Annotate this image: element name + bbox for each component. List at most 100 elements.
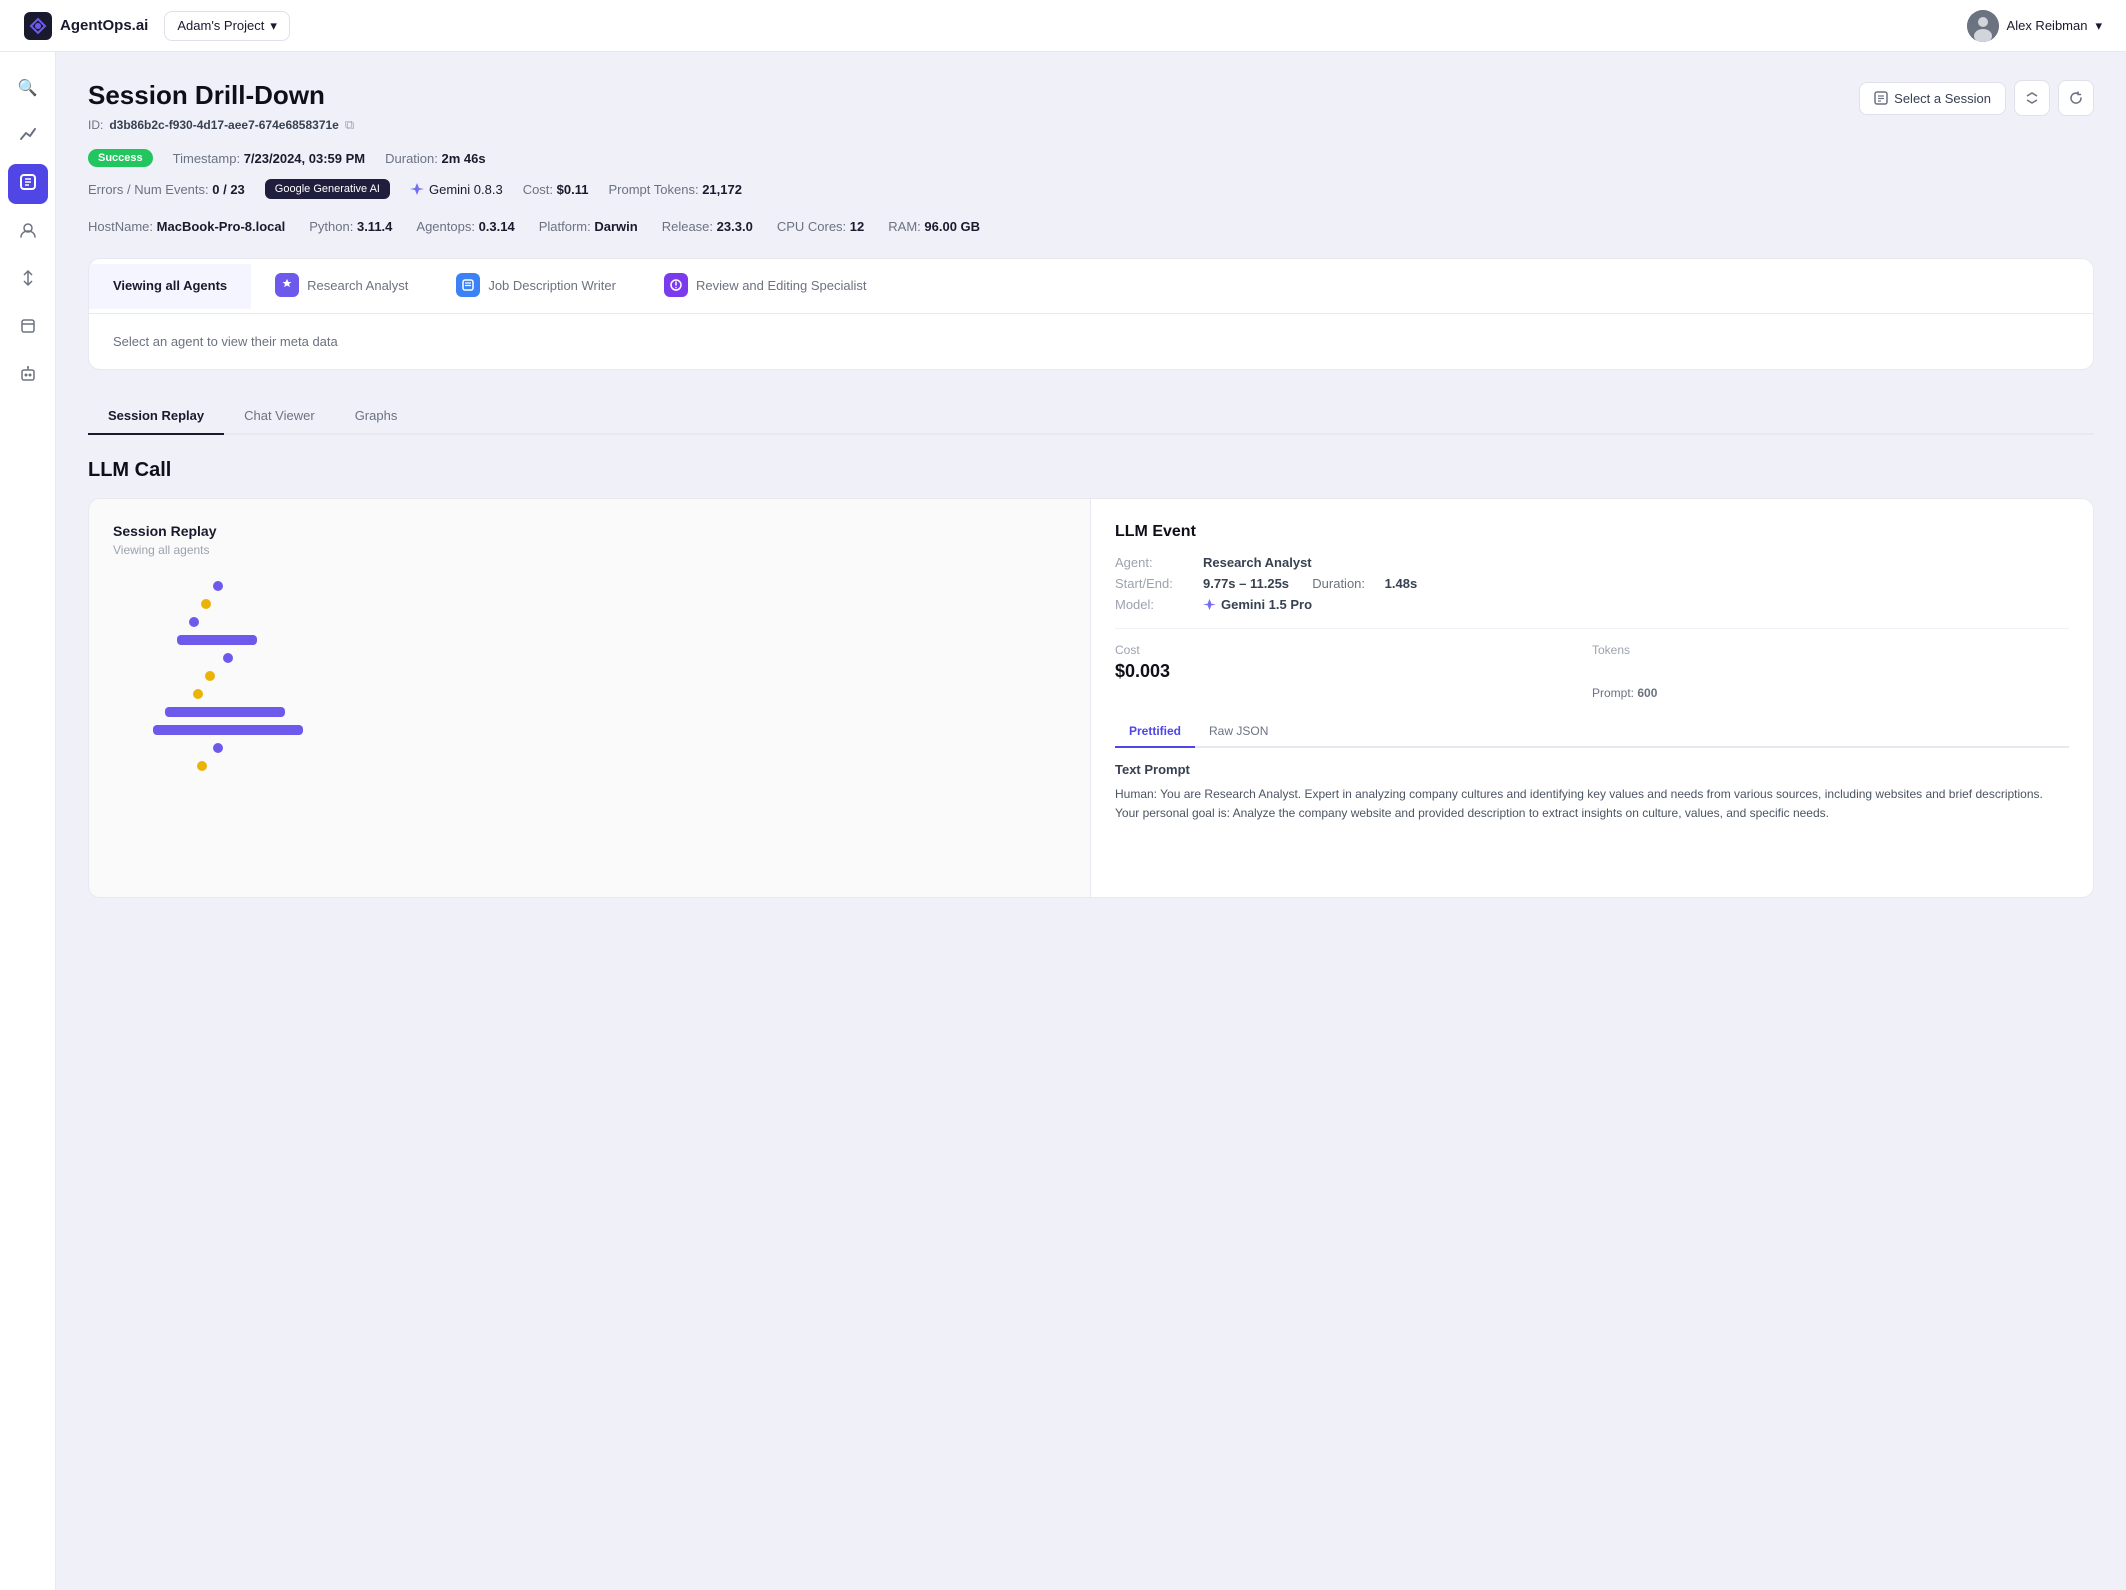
text-prompt-label: Text Prompt bbox=[1115, 762, 2069, 777]
session-id-row: ID: d3b86b2c-f930-4d17-aee7-674e6858371e… bbox=[88, 117, 354, 133]
topnav: AgentOps.ai Adam's Project ▾ Alex Reibma… bbox=[0, 0, 2126, 52]
agent-label: Agent: bbox=[1115, 555, 1195, 570]
timeline-item bbox=[201, 599, 1066, 609]
tab-graphs[interactable]: Graphs bbox=[335, 398, 418, 435]
main-content: Session Drill-Down ID: d3b86b2c-f930-4d1… bbox=[56, 52, 2126, 1590]
meta-row-3: HostName: MacBook-Pro-8.local Python: 3.… bbox=[88, 219, 2094, 234]
provider-tag: Google Generative AI bbox=[265, 179, 390, 199]
gemini-event-icon bbox=[1203, 598, 1216, 611]
llm-call-title: LLM Call bbox=[88, 459, 2094, 482]
release-item: Release: 23.3.0 bbox=[662, 219, 753, 234]
timeline-dot bbox=[201, 599, 211, 609]
chevron-down-icon: ▾ bbox=[270, 18, 277, 34]
session-id-label: ID: bbox=[88, 118, 103, 132]
collapse-button[interactable] bbox=[2014, 80, 2050, 116]
timeline-dot bbox=[193, 689, 203, 699]
project-selector[interactable]: Adam's Project ▾ bbox=[164, 11, 290, 41]
timeline-item bbox=[193, 689, 1066, 699]
tokens-prompt-detail: Prompt: 600 bbox=[1592, 686, 2069, 700]
timeline-dot bbox=[223, 653, 233, 663]
cpu-item: CPU Cores: 12 bbox=[777, 219, 864, 234]
tab-job-description-writer[interactable]: Job Description Writer bbox=[432, 259, 640, 313]
hostname-item: HostName: MacBook-Pro-8.local bbox=[88, 219, 285, 234]
chart-icon bbox=[19, 125, 37, 148]
tokens-col-label: Tokens bbox=[1592, 643, 2069, 657]
event-agent-row: Agent: Research Analyst bbox=[1115, 555, 2069, 570]
select-session-label: Select a Session bbox=[1894, 91, 1991, 106]
project-name: Adam's Project bbox=[177, 18, 264, 33]
meta-row-1: Success Timestamp: 7/23/2024, 03:59 PM D… bbox=[88, 149, 2094, 167]
logo-icon bbox=[24, 12, 52, 40]
research-analyst-icon bbox=[275, 273, 299, 297]
tab-review-editing[interactable]: Review and Editing Specialist bbox=[640, 259, 891, 313]
status-badge: Success bbox=[88, 149, 153, 167]
package-icon bbox=[19, 317, 37, 340]
refresh-button[interactable] bbox=[2058, 80, 2094, 116]
timeline-item bbox=[223, 653, 1066, 663]
research-icon-svg bbox=[280, 278, 294, 292]
layout: 🔍 bbox=[0, 52, 2126, 1590]
job-description-writer-label: Job Description Writer bbox=[488, 278, 616, 293]
timeline-dot bbox=[213, 743, 223, 753]
timeline bbox=[113, 581, 1066, 771]
replay-panel-title: Session Replay bbox=[113, 523, 1066, 539]
meta-row-2: Errors / Num Events: 0 / 23 Google Gener… bbox=[88, 179, 2094, 199]
timeline-dot bbox=[189, 617, 199, 627]
job-desc-icon bbox=[456, 273, 480, 297]
replay-panel: Session Replay Viewing all agents bbox=[89, 499, 1091, 897]
python-item: Python: 3.11.4 bbox=[309, 219, 392, 234]
sidebar-item-search[interactable]: 🔍 bbox=[8, 68, 48, 108]
event-title: LLM Event bbox=[1115, 523, 2069, 541]
user-menu[interactable]: Alex Reibman ▾ bbox=[1967, 10, 2102, 42]
replay-panel-subtitle: Viewing all agents bbox=[113, 543, 1066, 557]
timeline-item bbox=[213, 743, 1066, 753]
sidebar-item-sessions[interactable] bbox=[8, 164, 48, 204]
model-label: Model: bbox=[1115, 597, 1195, 612]
timeline-item bbox=[177, 635, 1066, 645]
page-header: Session Drill-Down ID: d3b86b2c-f930-4d1… bbox=[88, 80, 2094, 133]
timeline-dot bbox=[205, 671, 215, 681]
cost-item: Cost: $0.11 bbox=[523, 182, 589, 197]
event-panel: LLM Event Agent: Research Analyst Start/… bbox=[1091, 499, 2093, 897]
tab-chat-viewer[interactable]: Chat Viewer bbox=[224, 398, 335, 435]
cost-tokens-grid: Cost $0.003 Tokens Prompt: 600 bbox=[1115, 628, 2069, 700]
page-title: Session Drill-Down bbox=[88, 80, 354, 111]
cost-col: Cost $0.003 bbox=[1115, 643, 1592, 700]
duration-item: Duration: 2m 46s bbox=[385, 151, 485, 166]
tab-prettified[interactable]: Prettified bbox=[1115, 716, 1195, 748]
tab-raw-json[interactable]: Raw JSON bbox=[1195, 716, 1282, 748]
timeline-bar bbox=[177, 635, 257, 645]
sidebar-item-packages[interactable] bbox=[8, 308, 48, 348]
tab-viewing-all[interactable]: Viewing all Agents bbox=[89, 264, 251, 309]
timeline-item bbox=[165, 707, 1066, 717]
tab-research-analyst[interactable]: Research Analyst bbox=[251, 259, 432, 313]
timeline-item bbox=[197, 761, 1066, 771]
bot-icon bbox=[19, 365, 37, 388]
page-title-block: Session Drill-Down ID: d3b86b2c-f930-4d1… bbox=[88, 80, 354, 133]
sidebar-item-traces[interactable] bbox=[8, 260, 48, 300]
timestamp-item: Timestamp: 7/23/2024, 03:59 PM bbox=[173, 151, 365, 166]
select-session-button[interactable]: Select a Session bbox=[1859, 82, 2006, 115]
agent-select-prompt: Select an agent to view their meta data bbox=[113, 334, 338, 349]
sidebar-item-bot[interactable] bbox=[8, 356, 48, 396]
tokens-col: Tokens Prompt: 600 bbox=[1592, 643, 2069, 700]
platform-item: Platform: Darwin bbox=[539, 219, 638, 234]
tab-session-replay[interactable]: Session Replay bbox=[88, 398, 224, 435]
sessions-icon bbox=[19, 173, 37, 196]
timeline-item bbox=[153, 725, 1066, 735]
provider-label: Google Generative AI bbox=[275, 183, 380, 195]
timeline-dot bbox=[197, 761, 207, 771]
user-chevron-icon: ▾ bbox=[2095, 18, 2102, 34]
event-model-row: Model: Gemini 1.5 Pro bbox=[1115, 597, 2069, 612]
agent-tabs: Viewing all Agents Research Analyst Job … bbox=[89, 259, 2093, 314]
start-end-label: Start/End: bbox=[1115, 576, 1195, 591]
copy-id-button[interactable]: ⧉ bbox=[345, 117, 354, 133]
duration-value: 1.48s bbox=[1385, 576, 1418, 591]
sidebar-item-agents[interactable] bbox=[8, 212, 48, 252]
session-icon bbox=[1874, 91, 1888, 105]
timeline-item bbox=[189, 617, 1066, 627]
agentops-item: Agentops: 0.3.14 bbox=[416, 219, 514, 234]
timeline-item bbox=[213, 581, 1066, 591]
viewing-all-label: Viewing all Agents bbox=[113, 278, 227, 293]
sidebar-item-chart[interactable] bbox=[8, 116, 48, 156]
